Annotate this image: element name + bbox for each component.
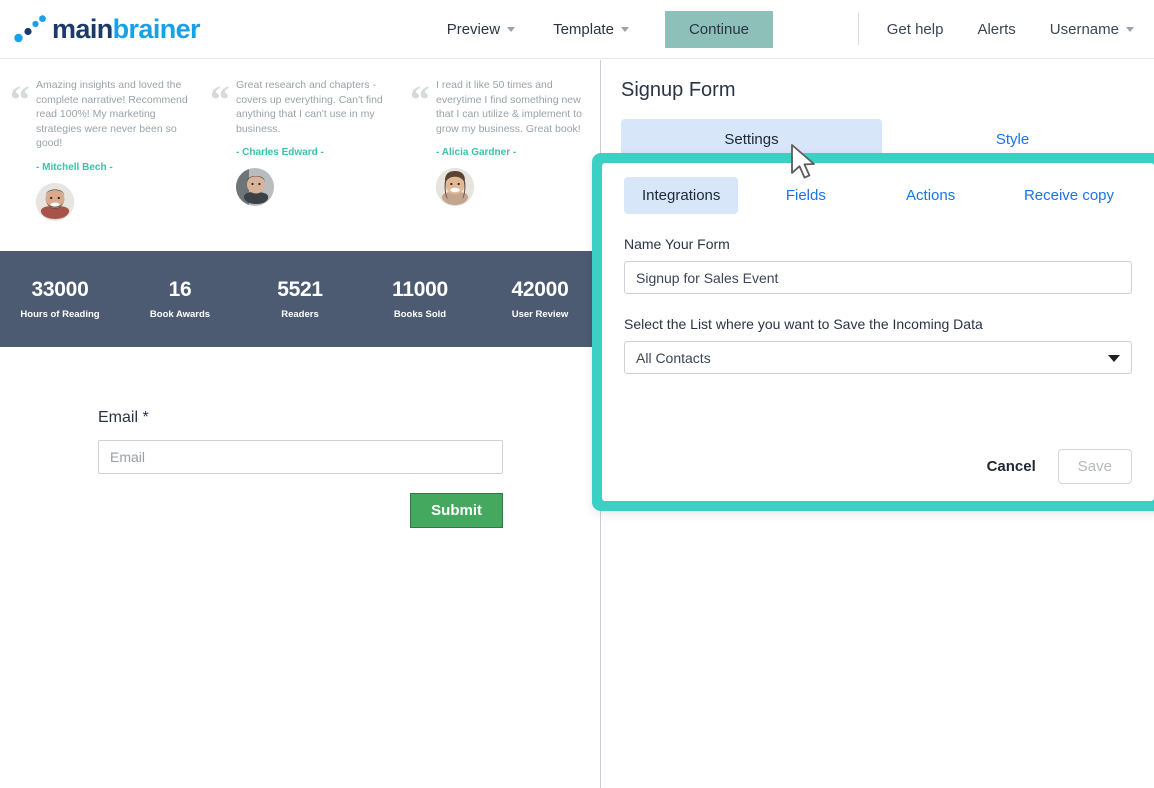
testimonial-author: - Charles Edward - xyxy=(236,147,324,158)
logo-text-main: main xyxy=(52,13,113,44)
stat-item: 42000 User Review xyxy=(480,278,600,320)
chevron-down-icon xyxy=(620,26,629,32)
stat-label: User Review xyxy=(511,308,569,320)
nav-alerts[interactable]: Alerts xyxy=(975,17,1017,42)
testimonial-card: “ I read it like 50 times and everytime … xyxy=(400,78,600,221)
stat-item: 16 Book Awards xyxy=(120,278,240,320)
modal-tab-bar: Integrations Fields Actions Receive copy xyxy=(624,177,1132,214)
testimonial-author: - Alicia Gardner - xyxy=(436,147,517,158)
stat-label: Books Sold xyxy=(393,308,447,320)
stat-label: Readers xyxy=(281,308,319,320)
nav-get-help[interactable]: Get help xyxy=(885,17,946,42)
nav-preview[interactable]: Preview xyxy=(445,17,517,42)
nav-template[interactable]: Template xyxy=(551,17,631,42)
nav-template-label: Template xyxy=(553,20,614,38)
testimonial-text: Amazing insights and loved the complete … xyxy=(36,79,188,149)
save-button[interactable]: Save xyxy=(1057,449,1132,484)
avatar-photo xyxy=(236,168,274,206)
stat-value: 42000 xyxy=(511,277,569,301)
tab-receive-copy[interactable]: Receive copy xyxy=(1006,177,1132,214)
avatar xyxy=(236,168,274,206)
stat-item: 33000 Hours of Reading xyxy=(0,278,120,320)
submit-button[interactable]: Submit xyxy=(410,492,503,528)
stat-value: 33000 xyxy=(31,277,89,301)
avatar xyxy=(436,168,474,206)
continue-button[interactable]: Continue xyxy=(664,10,773,48)
form-name-label: Name Your Form xyxy=(624,236,730,252)
tab-actions[interactable]: Actions xyxy=(888,177,973,214)
logo-dots-icon xyxy=(14,15,46,43)
brand-logo[interactable]: mainbrainer xyxy=(0,15,360,43)
list-select-label: Select the List where you want to Save t… xyxy=(624,316,983,332)
nav-right-group: Get help Alerts Username xyxy=(857,13,1154,45)
stat-value: 5521 xyxy=(277,277,323,301)
quote-icon: “ xyxy=(410,77,430,122)
testimonials-row: “ Amazing insights and loved the complet… xyxy=(0,60,600,229)
nav-get-help-label: Get help xyxy=(886,20,944,38)
tab-fields[interactable]: Fields xyxy=(768,177,844,214)
chevron-down-icon xyxy=(507,26,516,32)
top-navigation-bar: mainbrainer Preview Template Continue Ge… xyxy=(0,0,1154,59)
logo-wordmark: mainbrainer xyxy=(52,13,201,44)
cancel-button[interactable]: Cancel xyxy=(985,450,1038,483)
chevron-down-icon xyxy=(1126,26,1134,32)
quote-icon: “ xyxy=(10,77,30,122)
required-asterisk: * xyxy=(142,408,149,426)
form-name-input[interactable] xyxy=(624,261,1132,294)
page-title: Signup Form xyxy=(621,79,736,101)
tab-integrations[interactable]: Integrations xyxy=(624,177,739,214)
stats-strip: 33000 Hours of Reading 16 Book Awards 55… xyxy=(0,250,600,347)
avatar-photo xyxy=(36,182,74,221)
nav-alerts-label: Alerts xyxy=(977,20,1016,38)
list-select-wrapper: All Contacts xyxy=(624,341,1132,374)
stat-label: Book Awards xyxy=(149,308,211,320)
nav-username[interactable]: Username xyxy=(1048,17,1136,42)
avatar xyxy=(36,182,74,221)
stat-value: 16 xyxy=(168,277,192,301)
preview-form: Email * Submit xyxy=(0,347,600,528)
quote-icon: “ xyxy=(210,77,230,122)
integrations-modal: Integrations Fields Actions Receive copy… xyxy=(592,153,1154,511)
stat-item: 5521 Readers xyxy=(240,278,360,320)
list-select[interactable]: All Contacts xyxy=(624,341,1132,374)
modal-body: Integrations Fields Actions Receive copy… xyxy=(602,163,1154,501)
testimonial-text: I read it like 50 times and everytime I … xyxy=(436,79,582,135)
email-label-text: Email xyxy=(98,408,139,426)
email-field-label: Email * xyxy=(98,409,502,427)
email-input[interactable] xyxy=(98,439,503,474)
stat-value: 11000 xyxy=(392,277,448,301)
modal-footer: Cancel Save xyxy=(985,449,1132,484)
avatar-photo xyxy=(436,168,474,206)
submit-row: Submit xyxy=(98,492,503,528)
nav-center-group: Preview Template Continue xyxy=(360,10,858,48)
stat-label: Hours of Reading xyxy=(20,308,100,320)
testimonial-card: “ Amazing insights and loved the complet… xyxy=(0,78,200,221)
stat-item: 11000 Books Sold xyxy=(360,278,480,320)
testimonial-card: “ Great research and chapters - covers u… xyxy=(200,78,400,221)
testimonial-author: - Mitchell Bech - xyxy=(36,161,113,173)
logo-text-brainer: brainer xyxy=(112,13,201,44)
form-preview-pane: “ Amazing insights and loved the complet… xyxy=(0,60,601,788)
nav-username-label: Username xyxy=(1049,20,1119,38)
testimonial-text: Great research and chapters - covers up … xyxy=(236,79,383,135)
nav-preview-label: Preview xyxy=(446,20,501,38)
